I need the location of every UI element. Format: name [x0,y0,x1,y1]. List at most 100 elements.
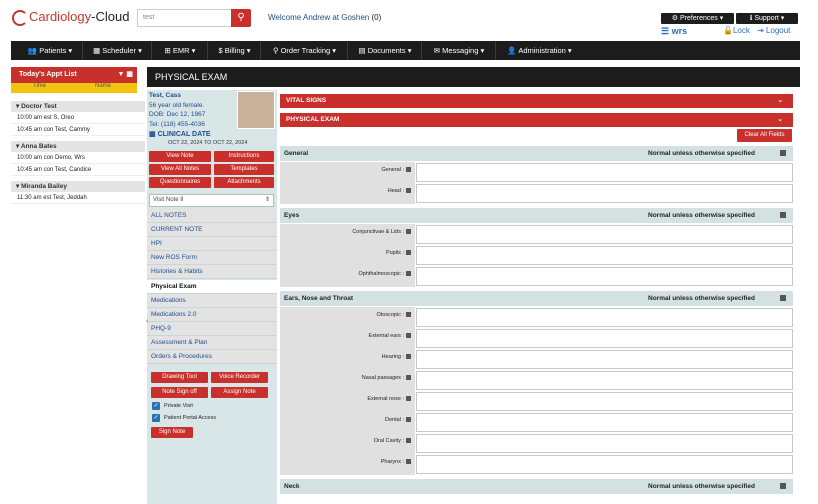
nav-label: Patients ▾ [39,46,73,55]
vital-signs-section[interactable]: VITAL SIGNS ⌄ [280,94,793,108]
appt-doctor[interactable]: ▾ Doctor Test [11,101,145,112]
drawing-tool-button[interactable]: Drawing Tool [151,372,208,383]
exam-field-textarea[interactable] [416,392,793,411]
patient-portal-checkbox[interactable]: ✓ [152,414,160,422]
field-toggle-icon[interactable] [406,167,411,173]
collapse-icon[interactable]: ⌄ [778,94,783,108]
support-button[interactable]: ℹ Support ▾ [736,13,798,24]
field-toggle-icon[interactable] [406,459,411,465]
exam-field-textarea[interactable] [416,246,793,265]
view-all-notes-button[interactable]: View All Notes [149,164,211,175]
page-title: PHYSICAL EXAM [147,67,800,87]
exam-field-textarea[interactable] [416,225,793,244]
attachments-button[interactable]: Attachments [214,177,274,188]
appt-item[interactable]: 10:45 am con Test, Candice [11,165,145,176]
normal-toggle-icon[interactable] [780,150,786,156]
visit-note-select[interactable]: Visit Note II ⇕ [149,194,274,207]
preferences-button[interactable]: ⚙ Preferences ▾ [661,13,734,24]
questionnaires-button[interactable]: Questionnaires [149,177,211,188]
field-toggle-icon[interactable] [406,250,411,256]
welcome-message: Welcome Andrew at Goshen (0) [268,13,381,22]
normal-toggle-icon[interactable] [780,295,786,301]
appt-doctor[interactable]: ▾ Miranda Bailey [11,181,145,192]
physical-exam-section[interactable]: PHYSICAL EXAM ⌄ [280,113,793,127]
clear-all-fields-button[interactable]: Clear All Fields [737,129,792,142]
field-toggle-icon[interactable] [406,229,411,235]
search-icon: ⚲ [272,46,281,55]
field-toggle-icon[interactable] [406,375,411,381]
appt-list-columns: Time Name [11,83,137,93]
appt-item[interactable]: 10:00 am est S, Oreo [11,113,145,124]
appt-item[interactable]: 10:00 am con Demo, Wrs [11,153,145,164]
menu-physical-exam[interactable]: Physical Exam [147,280,277,294]
menu-assessment-plan[interactable]: Assessment & Plan [147,336,277,350]
field-toggle-icon[interactable] [406,312,411,318]
menu-all-notes[interactable]: ALL NOTES [147,209,277,223]
exam-field-textarea[interactable] [416,371,793,390]
menu-new-ros-form[interactable]: New ROS Form [147,251,277,265]
field-toggle-icon[interactable] [406,417,411,423]
field-toggle-icon[interactable] [406,354,411,360]
exam-field-textarea[interactable] [416,350,793,369]
assign-note-button[interactable]: Assign Note [211,387,268,398]
normal-toggle-icon[interactable] [780,212,786,218]
exam-field-textarea[interactable] [416,455,793,474]
normal-text: Normal unless otherwise specified [648,295,755,302]
exam-field-textarea[interactable] [416,267,793,286]
menu-histories-habits[interactable]: Histories & Habits [147,265,277,279]
message-count[interactable]: (0) [371,13,381,22]
lock-button[interactable]: 🔓Lock [723,26,750,35]
filter-calendar-icons[interactable]: ▼ ▦ [118,67,134,83]
collapse-icon[interactable]: ⌄ [778,113,783,127]
logout-button[interactable]: ⇥ Logout [757,26,790,35]
menu-phq9[interactable]: PHQ-9 [147,322,277,336]
nav-messaging[interactable]: ✉ Messaging ▾ [423,41,496,60]
search-button[interactable]: ⚲ [231,9,251,27]
menu-current-note[interactable]: CURRENT NOTE [147,223,277,237]
voice-recorder-button[interactable]: Voice Recorder [211,372,268,383]
doctor-name: Doctor Test [21,103,57,110]
exam-field-textarea[interactable] [416,163,793,182]
menu-orders-procedures[interactable]: Orders & Procedures [147,350,277,364]
nav-patients[interactable]: 👥 Patients ▾ [18,41,83,60]
nav-scheduler[interactable]: ▦ Scheduler ▾ [84,41,152,60]
exam-field-textarea[interactable] [416,434,793,453]
exam-field-label: Pharynx : [280,454,415,475]
templates-button[interactable]: Templates [214,164,274,175]
exam-field-textarea[interactable] [416,184,793,203]
menu-medications-2[interactable]: Medications 2.0 [147,308,277,322]
normal-toggle-icon[interactable] [780,483,786,489]
note-sign-off-button[interactable]: Note Sign off [151,387,208,398]
sign-note-button[interactable]: Sign Note [151,427,193,438]
appt-item[interactable]: 10:45 am con Test, Cammy [11,125,145,136]
patient-age: 56 year old female. [149,101,205,109]
menu-hpi[interactable]: HPI [147,237,277,251]
nav-billing[interactable]: $ Billing ▾ [209,41,261,60]
exam-group-header: General Normal unless otherwise specified [280,146,793,161]
exam-field-textarea[interactable] [416,413,793,432]
field-toggle-icon[interactable] [406,188,411,194]
appt-item[interactable]: 11:30 am est Test, Jeddah [11,193,145,204]
exam-field-label: Pupils : [280,245,415,266]
field-toggle-icon[interactable] [406,333,411,339]
exam-field-label: Conjunctivae & Lids : [280,224,415,245]
exam-field-textarea[interactable] [416,308,793,327]
field-toggle-icon[interactable] [406,271,411,277]
private-visit-checkbox[interactable]: ✓ [152,402,160,410]
nav-documents[interactable]: ▤ Documents ▾ [349,41,422,60]
field-toggle-icon[interactable] [406,438,411,444]
exam-field-label: Head : [280,183,415,204]
view-note-button[interactable]: View Note [149,151,211,162]
instructions-button[interactable]: Instructions [214,151,274,162]
search-input[interactable]: test [137,9,232,27]
nav-emr[interactable]: ⊞ EMR ▾ [153,41,208,60]
nav-order-tracking[interactable]: ⚲ Order Tracking ▾ [262,41,348,60]
field-toggle-icon[interactable] [406,396,411,402]
vital-signs-label: VITAL SIGNS [286,97,327,104]
exam-field-textarea[interactable] [416,329,793,348]
menu-medications[interactable]: Medications [147,294,277,308]
collapse-sidebar-icon[interactable]: ‹ [146,318,148,325]
nav-administration[interactable]: 👤 Administration ▾ [497,41,582,60]
patient-name[interactable]: Test, Cass [149,91,205,101]
appt-doctor[interactable]: ▾ Anna Bates [11,141,145,152]
